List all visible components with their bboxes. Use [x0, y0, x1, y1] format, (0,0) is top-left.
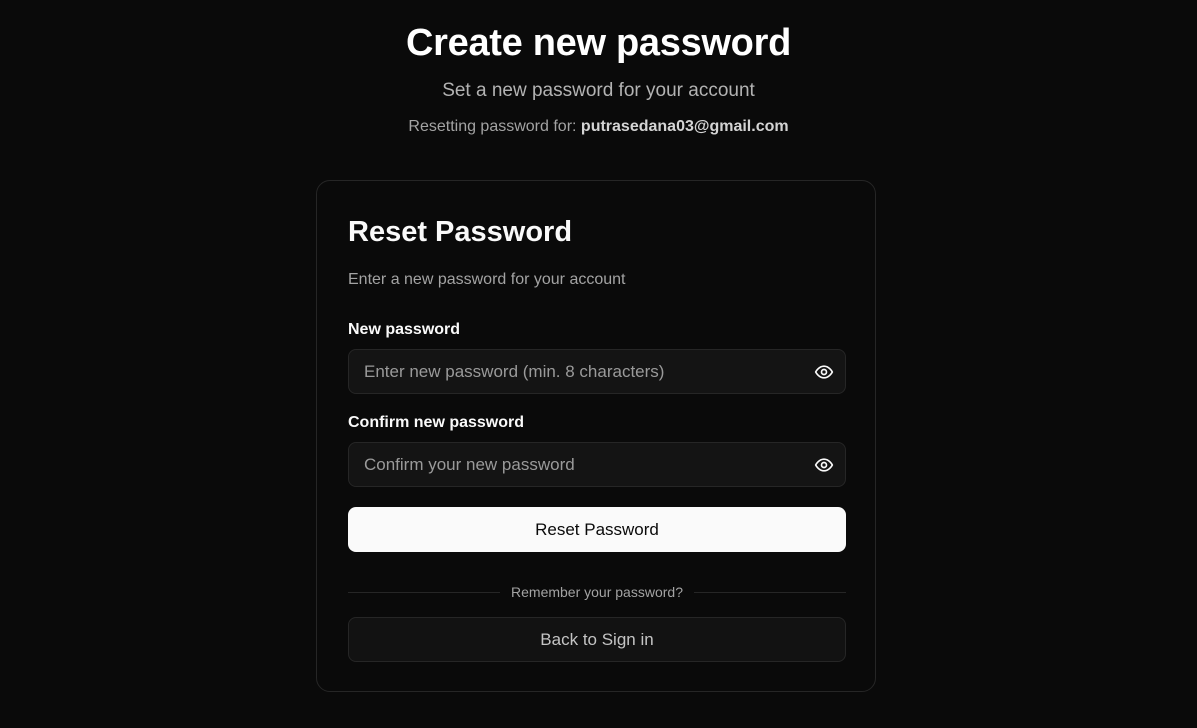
new-password-field [348, 349, 846, 394]
resetting-for-label: Resetting password for: [408, 118, 577, 135]
page-header: Create new password Set a new password f… [0, 20, 1197, 138]
divider-line-right [693, 591, 846, 593]
reset-password-button[interactable]: Reset Password [348, 507, 846, 552]
reset-password-card: Reset Password Enter a new password for … [316, 180, 876, 692]
divider-text: Remember your password? [511, 584, 683, 600]
resetting-for-line: Resetting password for: putrasedana03@gm… [0, 116, 1197, 138]
card-title: Reset Password [348, 216, 573, 248]
page-subtitle: Set a new password for your account [442, 80, 755, 101]
new-password-label: New password [348, 321, 461, 338]
back-to-sign-in-button[interactable]: Back to Sign in [348, 617, 846, 662]
eye-icon[interactable] [813, 454, 835, 476]
new-password-input[interactable] [349, 350, 845, 393]
eye-icon[interactable] [813, 361, 835, 383]
confirm-password-label: Confirm new password [348, 414, 525, 431]
confirm-password-input[interactable] [349, 443, 845, 486]
divider-line-left [348, 591, 501, 593]
confirm-password-field [348, 442, 846, 487]
card-description: Enter a new password for your account [348, 271, 626, 288]
page-title: Create new password [406, 22, 791, 64]
account-email: putrasedana03@gmail.com [580, 118, 789, 135]
divider: Remember your password? [348, 581, 846, 603]
reset-password-page: Create new password Set a new password f… [0, 0, 1197, 728]
